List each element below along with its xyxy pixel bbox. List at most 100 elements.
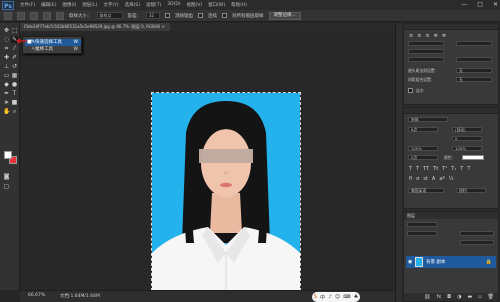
ligature-icon[interactable]: fi [409, 176, 412, 182]
all-caps-icon[interactable]: TT [423, 166, 429, 172]
antialias-select[interactable]: 锐利 [456, 188, 486, 193]
align-left-icon[interactable]: ≡ [409, 33, 413, 39]
eraser-tool-icon[interactable]: ▭ [3, 72, 10, 79]
sample-size-select[interactable]: 取样点 [96, 12, 123, 19]
ime-skin-icon[interactable]: ♣ [354, 294, 358, 300]
close-button[interactable]: ✕ [493, 1, 498, 9]
swash-icon[interactable]: st [423, 176, 428, 182]
vertical-scale-field[interactable]: 100% [408, 146, 438, 151]
maximize-button[interactable]: □ [477, 1, 483, 9]
hand-tool-icon[interactable]: ✋ [3, 108, 10, 115]
quick-mask-icon[interactable]: ◙ [3, 173, 10, 180]
marquee-tool-icon[interactable]: ⬚ [11, 27, 18, 34]
ime-emoji-icon[interactable]: ☺ [335, 294, 340, 300]
align-right-icon[interactable]: ≡ [425, 33, 429, 39]
subtract-selection-icon[interactable] [43, 11, 51, 20]
path-selection-icon[interactable]: ➤ [3, 99, 10, 106]
intersect-selection-icon[interactable] [56, 11, 64, 20]
hyphenate-checkbox[interactable] [408, 88, 413, 93]
dodge-tool-icon[interactable]: ● [11, 81, 18, 88]
add-mask-icon[interactable]: ◘ [447, 294, 451, 300]
zoom-level[interactable]: 66.67% [28, 293, 45, 298]
ime-lang-icon[interactable]: 中 [320, 294, 325, 301]
tracking-field[interactable]: 0 [452, 136, 482, 141]
gradient-tool-icon[interactable]: ▦ [11, 72, 18, 79]
tolerance-input[interactable]: 32 [146, 12, 160, 19]
menu-file[interactable]: 文件(F) [20, 2, 35, 8]
history-brush-icon[interactable]: ↺ [11, 63, 18, 70]
minimize-button[interactable]: — [461, 1, 467, 9]
menu-edit[interactable]: 编辑(E) [41, 2, 56, 8]
stamp-tool-icon[interactable]: ⊥ [3, 63, 10, 70]
menu-image[interactable]: 图像(I) [62, 2, 76, 8]
crop-tool-icon[interactable]: ⌗ [3, 45, 10, 52]
opacity-field[interactable] [460, 231, 494, 236]
indent-left-field[interactable] [408, 41, 444, 46]
eyedropper-tool-icon[interactable]: ⁄ [11, 45, 18, 52]
indent-right-field[interactable] [456, 41, 492, 46]
zoom-tool-icon[interactable]: ⌕ [11, 108, 18, 115]
language-select[interactable]: 美国英语 [408, 188, 444, 193]
new-group-icon[interactable]: ▬ [468, 294, 473, 300]
menu-help[interactable]: 帮助(H) [231, 2, 247, 8]
menu-window[interactable]: 窗口(W) [208, 2, 225, 8]
strikethrough-icon[interactable]: T [467, 166, 470, 172]
blur-tool-icon[interactable]: ◆ [3, 81, 10, 88]
underline-icon[interactable]: T [460, 166, 463, 172]
leading-field[interactable]: (自动) [452, 127, 482, 132]
new-selection-icon[interactable] [17, 11, 25, 20]
new-layer-icon[interactable]: ▫ [478, 294, 481, 300]
add-selection-icon[interactable] [30, 11, 38, 20]
brush-tool-icon[interactable]: ✐ [11, 54, 18, 61]
portrait-photo[interactable] [151, 92, 301, 291]
subscript-icon[interactable]: T₁ [451, 166, 456, 172]
tool-preset-icon[interactable] [4, 11, 12, 20]
menu-layer[interactable]: 图层(L) [82, 2, 97, 8]
refine-edge-button[interactable]: 调整边缘... [268, 11, 301, 20]
ime-music-icon[interactable]: ♪ [328, 294, 331, 300]
faux-bold-icon[interactable]: T [409, 166, 412, 172]
layer-row[interactable]: ◉ 背景 副本 🔒 [406, 256, 496, 268]
text-color-swatch[interactable] [462, 155, 484, 160]
horizontal-scale-field[interactable]: 100% [452, 146, 482, 151]
superscript-icon[interactable]: T¹ [442, 166, 447, 172]
adjustment-layer-icon[interactable]: ◑ [457, 294, 461, 300]
space-after-field[interactable] [456, 57, 492, 62]
faux-italic-icon[interactable]: T [416, 166, 419, 172]
menu-view[interactable]: 视图(V) [187, 2, 203, 8]
move-tool-icon[interactable]: ✥ [3, 27, 10, 34]
menu-select[interactable]: 选择(S) [125, 2, 140, 8]
pen-tool-icon[interactable]: ✒ [3, 90, 10, 97]
link-layers-icon[interactable]: ⛓ [424, 294, 430, 300]
contiguous-checkbox[interactable] [198, 13, 203, 18]
layer-filter-select[interactable] [407, 222, 437, 227]
flyout-item-magic-wand[interactable]: ✧ 魔棒工具 W [25, 46, 81, 53]
screen-mode-icon[interactable]: ▢ [3, 183, 10, 190]
blend-mode-select[interactable] [407, 231, 437, 236]
foreground-color-swatch[interactable] [4, 151, 12, 159]
layers-tab[interactable]: 图层 [404, 212, 498, 219]
kinsoku-select[interactable]: 无 [456, 68, 492, 73]
fill-field[interactable] [460, 240, 494, 245]
font-size-field[interactable]: 6点 [408, 127, 438, 132]
delete-layer-icon[interactable]: 🗑 [488, 294, 494, 300]
fraction-icon[interactable]: ½ [449, 176, 454, 182]
ime-keyboard-icon[interactable]: ⌨ [343, 294, 350, 300]
old-style-icon[interactable]: σ [416, 176, 419, 182]
shape-tool-icon[interactable]: ■ [11, 99, 18, 106]
menu-filter[interactable]: 滤镜(T) [146, 2, 161, 8]
lasso-tool-icon[interactable]: ◌ [3, 36, 10, 43]
titling-icon[interactable]: A [432, 176, 435, 182]
canvas-area[interactable] [20, 31, 395, 291]
menu-3d[interactable]: 3D(D) [167, 2, 180, 8]
first-line-indent-field[interactable] [408, 49, 444, 54]
justify-all-icon[interactable]: ≣ [442, 33, 446, 39]
small-caps-icon[interactable]: Tt [433, 166, 438, 172]
baseline-field[interactable]: 0点 [408, 155, 438, 160]
healing-tool-icon[interactable]: ✚ [3, 54, 10, 61]
layer-style-icon[interactable]: fx [436, 294, 441, 300]
menu-type[interactable]: 文字(Y) [103, 2, 118, 8]
justify-icon[interactable]: ≣ [434, 33, 438, 39]
align-center-icon[interactable]: ≡ [417, 33, 421, 39]
all-layers-checkbox[interactable] [222, 13, 227, 18]
